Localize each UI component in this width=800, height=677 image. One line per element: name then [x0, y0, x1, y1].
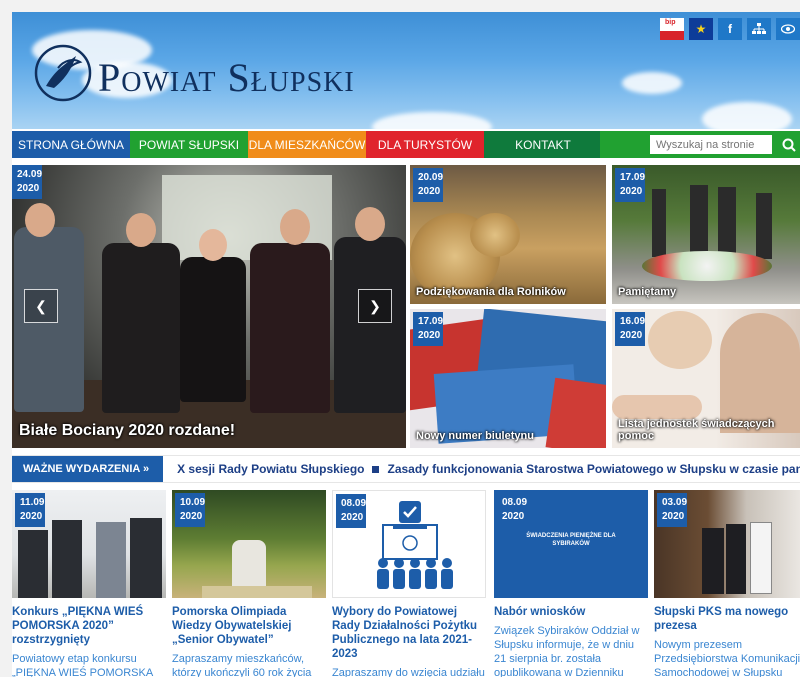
thumbnail-text: ŚWIADCZENIA PIENIĘŻNE DLA SYBIRAKÓW: [526, 533, 616, 547]
person-head: [199, 229, 227, 261]
nav-item-home[interactable]: Strona główna: [12, 131, 130, 158]
news-card[interactable]: 11.09 2020 Konkurs „PIĘKNA WIEŚ POMORSKA …: [12, 490, 166, 677]
person: [652, 189, 666, 257]
important-events-ticker: Ważne wydarzenia » X sesji Rady Powiatu …: [12, 455, 800, 483]
slide-next-button[interactable]: ❯: [358, 289, 392, 323]
date-badge: 11.09 2020: [15, 493, 45, 527]
news-excerpt: Zapraszamy mieszkańców, którzy ukończyli…: [172, 653, 312, 677]
person: [250, 243, 330, 413]
search-box: [600, 131, 800, 158]
news-tile[interactable]: 20.09 2020 Podziękowania dla Rolników: [410, 165, 606, 304]
date-badge: 17.09 2020: [615, 168, 645, 202]
person: [180, 257, 246, 402]
person: [750, 522, 772, 594]
date-badge: 24.09 2020: [12, 165, 42, 199]
accessibility-eye-icon[interactable]: [776, 18, 800, 40]
date-badge: 10.09 2020: [175, 493, 205, 527]
person: [102, 243, 180, 413]
stamp-badge: [648, 311, 712, 369]
news-title[interactable]: Konkurs „PIĘKNA WIEŚ POMORSKA 2020” rozs…: [12, 605, 166, 647]
sitemap-icon[interactable]: [747, 18, 771, 40]
date-badge: 17.09 2020: [413, 312, 443, 346]
slide-caption[interactable]: Białe Bociany 2020 rozdane!: [19, 422, 235, 440]
hand: [612, 395, 702, 419]
person: [756, 193, 772, 259]
cloud: [702, 102, 792, 129]
person: [718, 187, 736, 259]
news-thumbnail[interactable]: 08.09 2020: [332, 490, 486, 598]
hay-bale: [470, 213, 520, 257]
site-header: Powiat Słupski bip ★ f: [12, 12, 800, 129]
news-card[interactable]: 03.09 2020 Słupski PKS ma nowego prezesa …: [654, 490, 800, 677]
flower-wreath: [642, 251, 772, 281]
tile-caption[interactable]: Lista jednostek świadczących pomoc: [618, 418, 800, 442]
news-title[interactable]: Wybory do Powiatowej Rady Działalności P…: [332, 605, 486, 661]
news-thumbnail[interactable]: 10.09 2020: [172, 490, 326, 598]
news-card[interactable]: 08.09 2020 Wybory do Powiatowej Rady Dzia…: [332, 490, 486, 677]
bulletin-cover: [545, 377, 606, 448]
news-thumbnail[interactable]: ŚWIADCZENIA PIENIĘŻNE DLA SYBIRAKÓW 08.0…: [494, 490, 648, 598]
person: [96, 522, 126, 598]
news-excerpt: Zapraszamy do wzięcia udziału w wyborach…: [332, 667, 485, 677]
person: [52, 520, 82, 598]
person-head: [280, 209, 310, 245]
person: [702, 528, 724, 594]
path: [202, 586, 312, 598]
county-logo-icon[interactable]: [32, 42, 94, 104]
bip-icon[interactable]: bip: [660, 18, 684, 40]
date-badge: 03.09 2020: [657, 493, 687, 527]
person: [130, 518, 162, 598]
news-thumbnail[interactable]: 11.09 2020: [12, 490, 166, 598]
ticker-label[interactable]: Ważne wydarzenia »: [12, 456, 164, 482]
person: [720, 313, 800, 433]
tile-caption[interactable]: Podziękowania dla Rolników: [416, 286, 566, 298]
ticker-separator-icon: [372, 466, 380, 474]
cloud: [372, 112, 492, 129]
tile-caption[interactable]: Pamiętamy: [618, 286, 676, 298]
ticker-item[interactable]: X sesji Rady Powiatu Słupskiego: [177, 462, 364, 476]
person: [18, 530, 48, 598]
date-badge: 20.09 2020: [413, 168, 443, 202]
ticker-items: X sesji Rady Powiatu Słupskiego Zasady fu…: [177, 462, 800, 476]
date-badge: 08.09 2020: [336, 494, 366, 528]
news-title[interactable]: Nabór wniosków: [494, 605, 648, 619]
news-card[interactable]: ŚWIADCZENIA PIENIĘŻNE DLA SYBIRAKÓW 08.0…: [494, 490, 648, 677]
news-title[interactable]: Słupski PKS ma nowego prezesa: [654, 605, 800, 633]
eu-flag-icon[interactable]: ★: [689, 18, 713, 40]
person: [334, 237, 406, 413]
cloud: [622, 72, 682, 94]
nav-item-residents[interactable]: Dla mieszkańców: [248, 131, 366, 158]
ticker-item[interactable]: Zasady funkcjonowania Starostwa Powiatow…: [387, 462, 800, 476]
news-excerpt: Powiatowy etap konkursu „PIĘKNA WIEŚ POM…: [12, 653, 153, 677]
slide-prev-button[interactable]: ❮: [24, 289, 58, 323]
tile-caption[interactable]: Nowy numer biuletynu: [416, 430, 534, 442]
nav-item-county[interactable]: Powiat słupski: [130, 131, 248, 158]
person-head: [126, 213, 156, 247]
search-input[interactable]: [650, 135, 772, 154]
nav-item-tourists[interactable]: Dla turystów: [366, 131, 484, 158]
person: [726, 524, 746, 594]
facebook-icon[interactable]: f: [718, 18, 742, 40]
news-card[interactable]: 10.09 2020 Pomorska Olimpiada Wiedzy Obyw…: [172, 490, 326, 677]
featured-slide[interactable]: ❮ ❯ 24.09 2020 Białe Bociany 2020 rozdane…: [12, 165, 406, 448]
news-excerpt: Nowym prezesem Przedsiębiorstwa Komunika…: [654, 639, 800, 677]
person-head: [25, 203, 55, 237]
header-tools: bip ★ f: [660, 18, 800, 40]
site-title[interactable]: Powiat Słupski: [98, 54, 355, 101]
person: [690, 185, 708, 257]
main-nav: Strona główna Powiat słupski Dla mieszka…: [12, 131, 800, 158]
date-badge: 08.09 2020: [497, 493, 527, 527]
date-badge: 16.09 2020: [615, 312, 645, 346]
news-title[interactable]: Pomorska Olimpiada Wiedzy Obywatelskiej …: [172, 605, 326, 647]
search-icon[interactable]: [782, 138, 796, 152]
news-thumbnail[interactable]: 03.09 2020: [654, 490, 800, 598]
news-tile[interactable]: 17.09 2020 Nowy numer biuletynu: [410, 309, 606, 448]
page: Powiat Słupski bip ★ f Strona główna Pow…: [12, 12, 800, 677]
news-tile[interactable]: 17.09 2020 Pamiętamy: [612, 165, 800, 304]
news-tile[interactable]: 16.09 2020 Lista jednostek świadczących p…: [612, 309, 800, 448]
person-head: [355, 207, 385, 241]
news-excerpt: Związek Sybiraków Oddział w Słupsku info…: [494, 625, 640, 677]
nav-item-contact[interactable]: Kontakt: [484, 131, 602, 158]
